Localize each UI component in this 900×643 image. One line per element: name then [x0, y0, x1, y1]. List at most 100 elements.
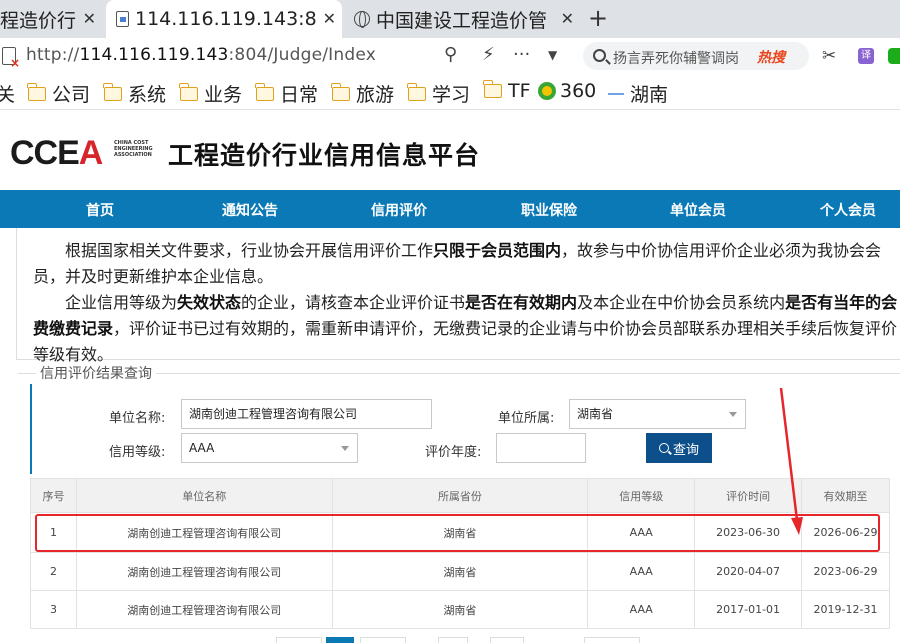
nav-individual-members[interactable]: 个人会员 — [820, 200, 876, 220]
globe-icon — [354, 11, 370, 28]
bookmark-folder[interactable]: 业务 — [179, 80, 243, 107]
bookmark-item[interactable]: 360 — [538, 80, 596, 102]
insecure-page-icon[interactable] — [2, 47, 20, 70]
table-row[interactable]: 3 湖南创迪工程管理咨询有限公司 湖南省 AAA 2017-01-01 2019… — [30, 590, 890, 629]
query-button-label: 查询 — [672, 441, 699, 457]
cell-valid-until: 2019-12-31 — [801, 590, 890, 629]
tab-close-icon[interactable]: ✕ — [323, 9, 336, 28]
360-icon — [538, 82, 556, 100]
nav-credit-evaluation[interactable]: 信用评价 — [371, 200, 427, 220]
notice-paragraph-2: 企业信用等级为失效状态的企业，请核查本企业评价证书是否在有效期内及本企业在中价协… — [17, 290, 898, 368]
pager-next[interactable] — [360, 637, 406, 643]
url-host: 114.116.119.143 — [79, 45, 229, 65]
search-placeholder: 扬言弄死你辅警调岗 — [613, 51, 739, 67]
folder-icon — [483, 80, 502, 98]
translate-icon[interactable]: 译 — [858, 48, 874, 64]
pager-size[interactable] — [584, 637, 640, 643]
url-scheme: http:// — [26, 45, 80, 65]
wechat-icon[interactable] — [888, 48, 900, 64]
more-dots-icon[interactable]: ··· — [513, 44, 530, 65]
notice-emphasis: 失效状态 — [177, 293, 242, 312]
url-field[interactable]: http://114.116.119.143:804/Judge/Index — [26, 45, 376, 65]
bookmark-label: 日常 — [280, 84, 319, 106]
query-accent-bar — [30, 384, 32, 474]
url-path: :804/Judge/Index — [228, 45, 376, 65]
bookmark-label: 学习 — [432, 84, 471, 106]
pager-prev[interactable] — [276, 637, 322, 643]
notice-panel: 根据国家相关文件要求，行业协会开展信用评价工作只限于会员范围内，故参与中价协信用… — [16, 228, 900, 364]
bookmark-folder[interactable]: 学习 — [407, 80, 471, 107]
cell-province: 湖南省 — [331, 552, 589, 591]
folder-icon — [407, 82, 426, 101]
chevron-down-icon[interactable]: ▼ — [548, 48, 557, 62]
bookmark-label: 湖南 — [630, 84, 669, 106]
header-index: 序号 — [30, 478, 77, 513]
query-legend: 信用评价结果查询 — [36, 363, 156, 383]
bookmark-label: 公司 — [52, 84, 91, 106]
notice-text: ，评价证书已过有效期的，需重新申请评价，无缴费记录的企业请与中价协会员部联系办理… — [33, 319, 898, 364]
cell-index: 3 — [30, 590, 77, 629]
nav-unit-members[interactable]: 单位会员 — [670, 200, 726, 220]
pager-input[interactable] — [438, 637, 468, 643]
table-header-row: 序号 单位名称 所属省份 信用等级 评价时间 有效期至 — [30, 478, 890, 513]
cell-unit-name: 湖南创迪工程管理咨询有限公司 — [75, 552, 333, 591]
browser-search-box[interactable]: 扬言弄死你辅警调岗 热搜 — [583, 42, 809, 70]
credit-level-label: 信用等级: — [109, 445, 166, 460]
lightning-icon[interactable]: ⚡ — [482, 44, 495, 65]
notice-text: 企业信用等级为 — [65, 293, 178, 312]
bookmark-folder[interactable]: 日常 — [255, 80, 319, 107]
cell-credit-level: AAA — [587, 590, 696, 629]
browser-tab-1[interactable]: 程造价行 ✕ — [0, 0, 102, 38]
region-label: 单位所属: — [498, 411, 555, 426]
credit-level-select[interactable]: AAA — [181, 433, 358, 463]
bookmark-label: 旅游 — [356, 84, 395, 106]
unit-name-input[interactable]: 湖南创迪工程管理咨询有限公司 — [181, 399, 432, 429]
browser-tab-2-active[interactable]: 114.116.119.143:8 ✕ — [106, 0, 342, 38]
bookmark-folder[interactable]: 旅游 — [331, 80, 395, 107]
bookmark-folder[interactable]: TF — [483, 80, 531, 102]
header-unit-name: 单位名称 — [75, 478, 333, 513]
eval-year-input[interactable] — [496, 433, 586, 463]
logo-letter-a: A — [78, 134, 104, 172]
browser-tab-3[interactable]: 中国建设工程造价管 ✕ — [346, 0, 580, 38]
link-icon — [608, 92, 624, 95]
search-icon — [593, 49, 606, 62]
table-row[interactable]: 2 湖南创迪工程管理咨询有限公司 湖南省 AAA 2020-04-07 2023… — [30, 552, 890, 591]
tab-title: 114.116.119.143:8 — [135, 8, 317, 30]
bookmark-folder[interactable]: 公司 — [27, 80, 91, 107]
cell-province: 湖南省 — [331, 590, 589, 629]
pager-go[interactable] — [490, 637, 524, 643]
zoom-search-icon[interactable]: ⚲ — [444, 44, 457, 65]
bookmark-folder[interactable]: 系统 — [103, 80, 167, 107]
region-select[interactable]: 湖南省 — [569, 399, 746, 429]
bookmark-item[interactable]: 关 — [0, 80, 15, 107]
header-credit-level: 信用等级 — [587, 478, 696, 513]
pager-page-active[interactable] — [326, 637, 354, 643]
ccea-logo[interactable]: CCEA — [10, 134, 104, 173]
notice-emphasis: 只限于会员范围内 — [433, 241, 562, 260]
logo-text: CCEA — [10, 134, 104, 172]
nav-notices[interactable]: 通知公告 — [222, 200, 278, 220]
bookmark-label: TF — [508, 80, 531, 102]
site-title: 工程造价行业信用信息平台 — [168, 141, 481, 170]
tab-title: 程造价行 — [0, 9, 77, 32]
search-icon — [658, 443, 669, 453]
bookmark-item[interactable]: 湖南 — [608, 80, 668, 107]
new-tab-plus-icon[interactable]: + — [588, 4, 608, 32]
site-header: CCEA CHINA COST ENGINEERING ASSOCIATION … — [0, 110, 900, 190]
hot-search-badge[interactable]: 热搜 — [757, 47, 785, 67]
eval-year-label: 评价年度: — [425, 445, 482, 460]
page-favicon-icon — [116, 11, 129, 27]
bookmark-label: 业务 — [204, 84, 243, 106]
logo-letters: CCE — [10, 134, 80, 172]
cell-unit-name: 湖南创迪工程管理咨询有限公司 — [75, 590, 333, 629]
query-button[interactable]: 查询 — [646, 433, 712, 463]
tab-close-icon[interactable]: ✕ — [83, 9, 96, 28]
bookmark-label: 系统 — [128, 84, 167, 106]
tab-title: 中国建设工程造价管 — [376, 9, 548, 32]
nav-home[interactable]: 首页 — [86, 200, 114, 220]
tab-close-icon[interactable]: ✕ — [561, 9, 574, 28]
cell-credit-level: AAA — [587, 552, 696, 591]
nav-professional-insurance[interactable]: 职业保险 — [521, 200, 577, 220]
scissors-icon[interactable]: ✂ — [822, 46, 836, 66]
